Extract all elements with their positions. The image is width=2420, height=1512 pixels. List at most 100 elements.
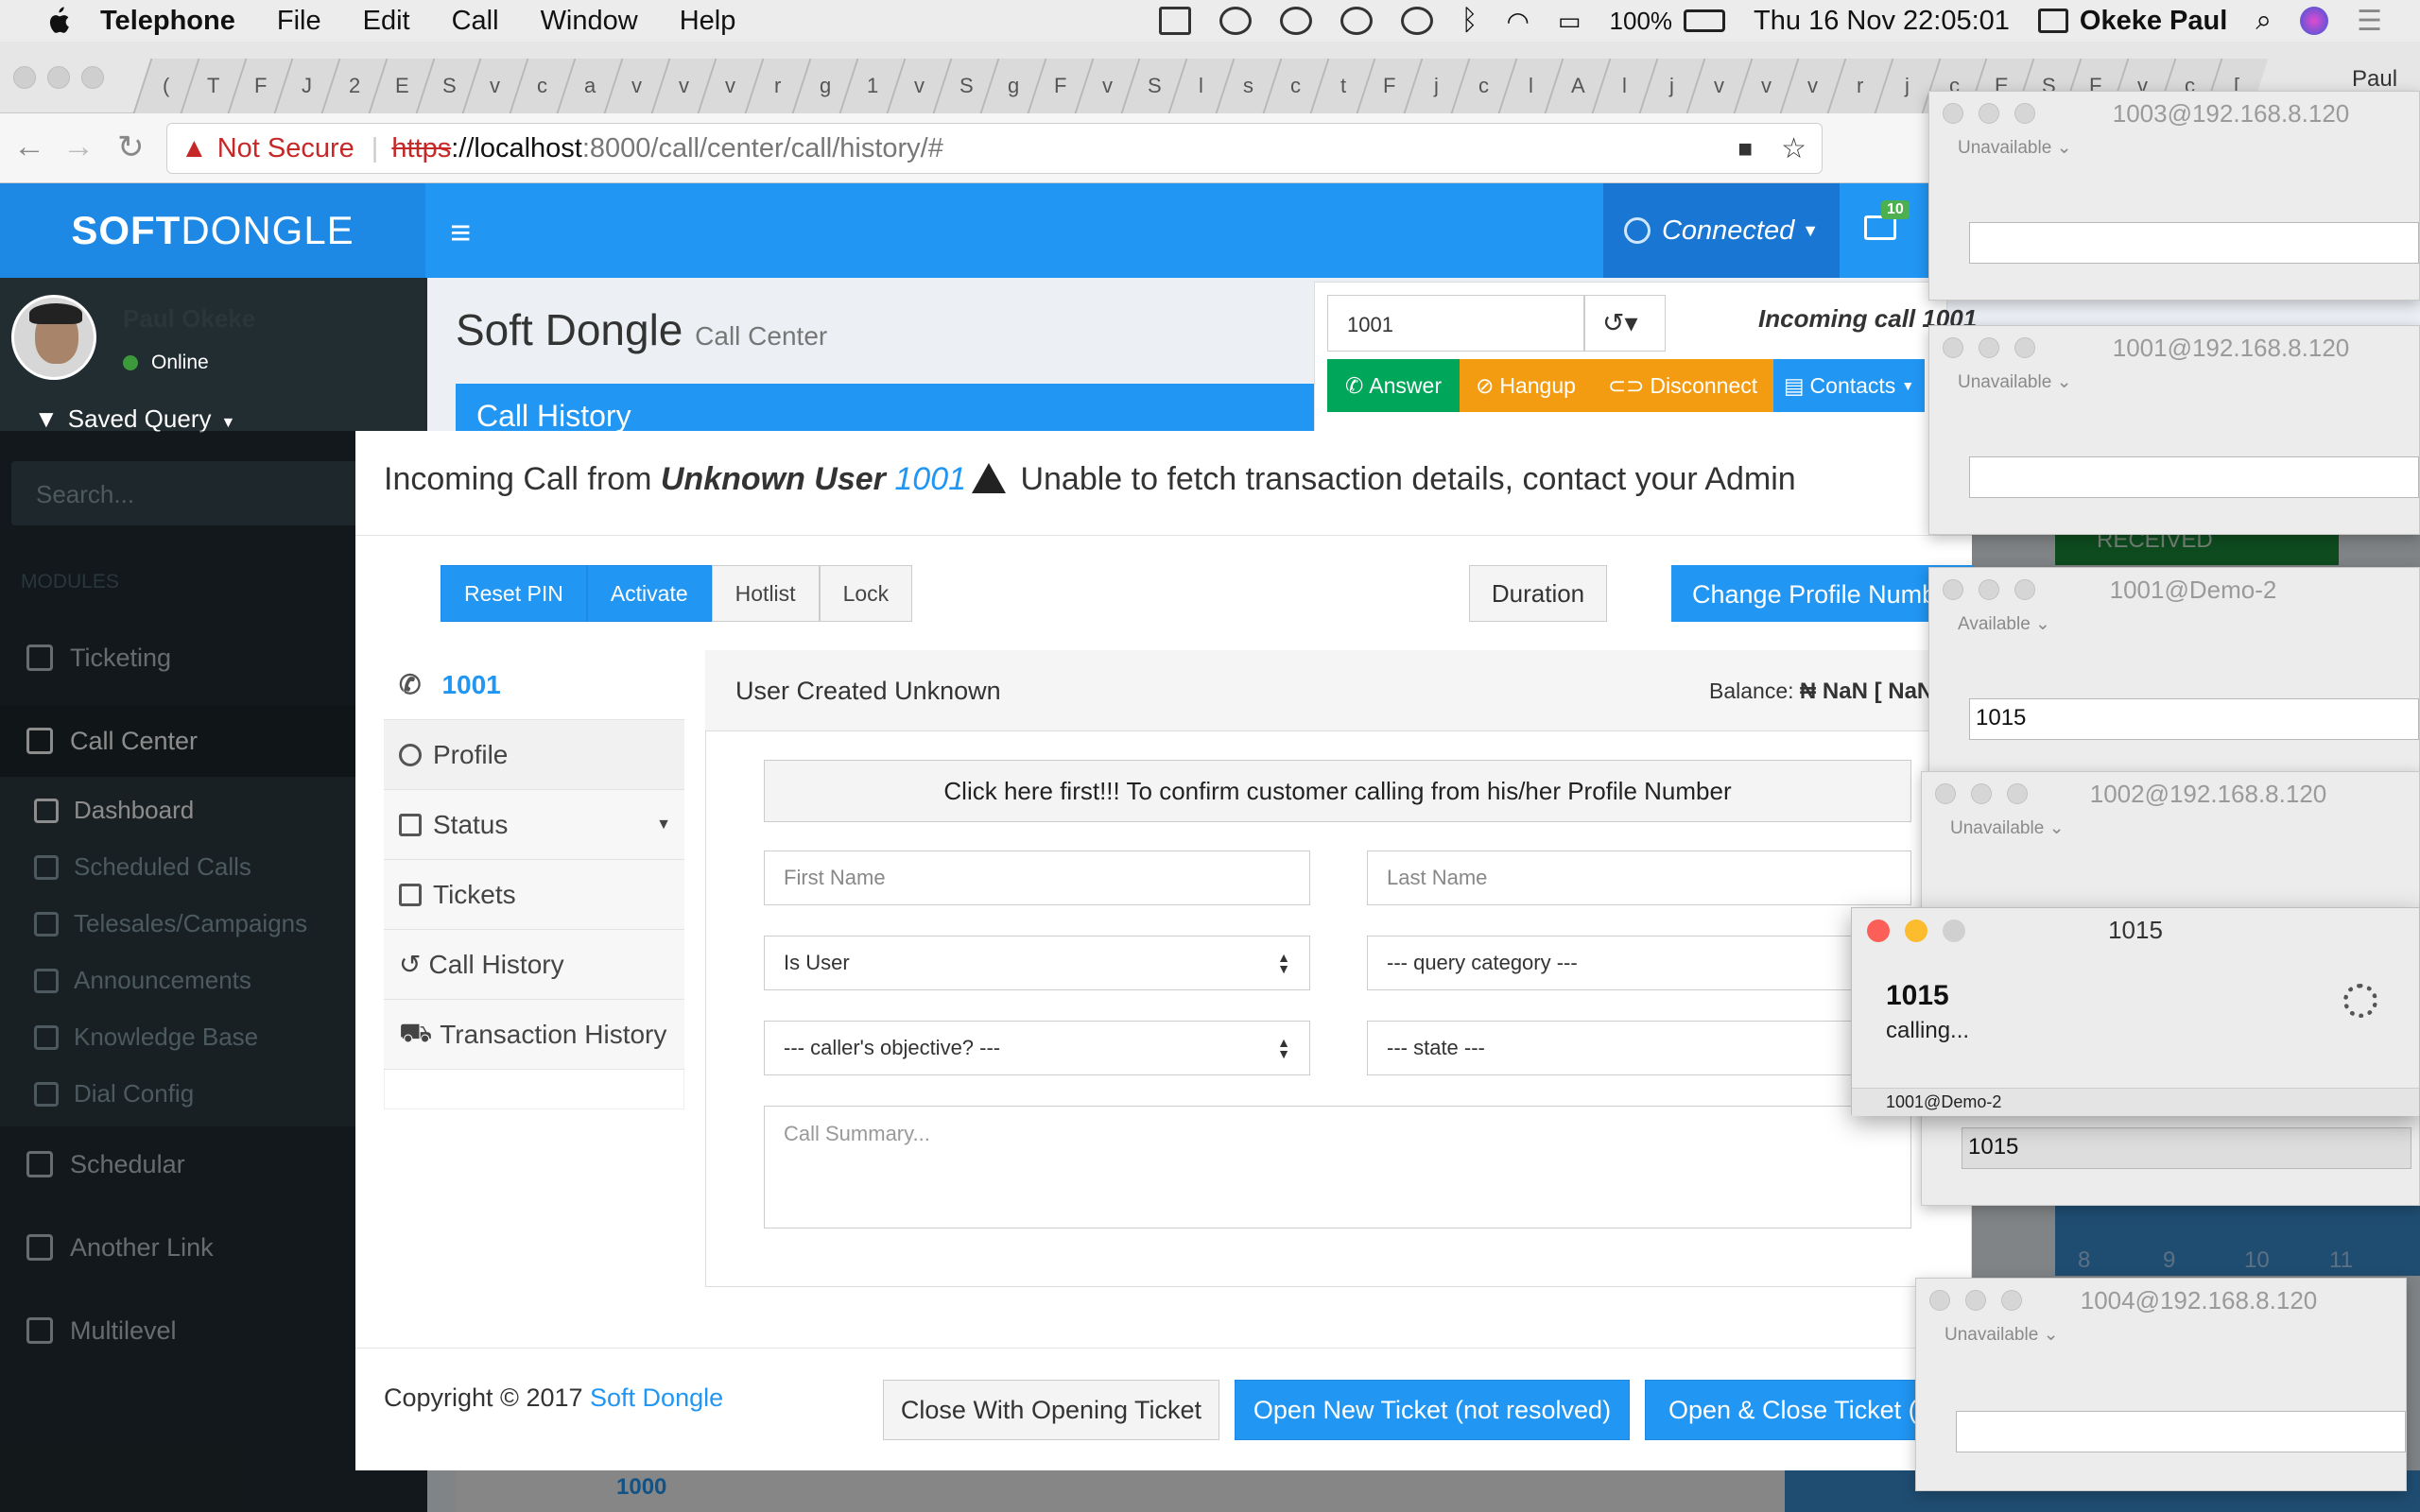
reload-icon[interactable]: ↻ xyxy=(117,129,145,166)
availability-dropdown[interactable]: Unavailable ⌄ xyxy=(1958,371,2072,393)
sip-window-title: 1001@Demo-2 xyxy=(2109,576,2277,604)
nav-call-history[interactable]: ↺ Call History xyxy=(384,930,684,1000)
open-new-ticket-button[interactable]: Open New Ticket (not resolved) xyxy=(1235,1380,1630,1440)
book-icon: ▤ xyxy=(1783,372,1805,398)
lock-button[interactable]: Lock xyxy=(819,565,913,622)
state-select[interactable]: --- state --- xyxy=(1367,1021,1911,1075)
availability-dropdown[interactable]: Unavailable ⌄ xyxy=(1945,1324,2059,1346)
sip-dial-input[interactable]: 1015 xyxy=(1962,1127,2411,1169)
address-bar[interactable]: ▲ Not Secure | https ://localhost :8000/… xyxy=(166,123,1823,174)
warning-icon xyxy=(972,463,1007,493)
url-host: ://localhost xyxy=(451,132,582,163)
sip-account-window[interactable]: 1001@192.168.8.120 Unavailable ⌄ xyxy=(1928,325,2420,535)
dial-number-input[interactable]: 1001 xyxy=(1327,295,1584,352)
contacts-dropdown[interactable]: ▤ Contacts ▼ xyxy=(1773,359,1925,412)
notification-center-icon[interactable]: ☰ xyxy=(2357,5,2382,38)
airplay-icon[interactable]: ▭ xyxy=(1558,7,1582,36)
hangup-button[interactable]: ⊘ Hangup xyxy=(1460,359,1592,412)
app-logo[interactable]: SOFT DONGLE xyxy=(0,183,425,278)
macos-menubar: Telephone File Edit Call Window Help ᛒ ◠… xyxy=(0,0,2420,42)
connected-dropdown[interactable]: Connected ▼ xyxy=(1603,183,1840,278)
reset-pin-button[interactable]: Reset PIN xyxy=(441,565,587,622)
sip-account-window[interactable]: 1004@192.168.8.120 Unavailable ⌄ xyxy=(1915,1278,2407,1491)
nav-transaction-history[interactable]: ⛟ Transaction History xyxy=(384,1000,684,1070)
browser-profile[interactable]: Paul xyxy=(2352,66,2397,93)
user-card-icon[interactable] xyxy=(2037,9,2068,33)
camera-icon[interactable]: ■ xyxy=(1737,134,1753,163)
battery-icon[interactable] xyxy=(1684,9,1726,32)
sip-account-window[interactable]: 1003@192.168.8.120 Unavailable ⌄ xyxy=(1928,91,2420,301)
bookmark-star-icon[interactable]: ☆ xyxy=(1781,132,1806,165)
activate-button[interactable]: Activate xyxy=(586,565,712,622)
availability-dropdown[interactable]: Available ⌄ xyxy=(1958,613,2050,635)
modal-title: Incoming Call from Unknown User 1001 Una… xyxy=(384,461,1796,497)
ban-icon: ⊘ xyxy=(1476,372,1495,398)
call-history-dropdown[interactable]: ↺▾ xyxy=(1584,295,1666,352)
nav-phone-number[interactable]: ✆ 1001 xyxy=(384,650,684,720)
sip-dial-input[interactable] xyxy=(1956,1411,2406,1452)
book-icon[interactable] xyxy=(1158,7,1191,35)
nav-tickets[interactable]: Tickets xyxy=(384,860,684,930)
accessibility-icon[interactable] xyxy=(1340,7,1373,35)
clock[interactable]: Thu 16 Nov 22:05:01 xyxy=(1754,6,2010,37)
spotlight-icon[interactable]: ⌕ xyxy=(2256,5,2272,37)
sip-dial-input[interactable]: 1015 xyxy=(1969,698,2419,740)
call-window-title: 1015 xyxy=(2108,916,2163,944)
menu-call[interactable]: Call xyxy=(452,6,499,37)
back-icon[interactable]: ← xyxy=(13,129,45,165)
mail-count-badge: 10 xyxy=(1881,200,1910,219)
menu-window[interactable]: Window xyxy=(541,6,638,37)
zoom-window-icon[interactable] xyxy=(81,66,104,89)
query-category-select[interactable]: --- query category --- xyxy=(1367,936,1911,990)
forward-icon[interactable]: → xyxy=(62,129,95,165)
bluetooth-icon[interactable]: ᛒ xyxy=(1461,5,1478,37)
apple-logo-icon[interactable] xyxy=(34,6,81,36)
close-with-opening-ticket-button[interactable]: Close With Opening Ticket xyxy=(883,1380,1219,1440)
page-title: Soft Dongle Call Center xyxy=(456,305,828,354)
sip-dial-input[interactable] xyxy=(1969,456,2419,498)
close-window-icon[interactable] xyxy=(13,66,36,89)
saved-query-dropdown[interactable]: ▼ Saved Query ▼ xyxy=(34,404,235,434)
warning-icon: ▲ xyxy=(181,132,208,163)
filter-icon: ▼ xyxy=(34,404,59,433)
disconnect-button[interactable]: ⊂⊃ Disconnect xyxy=(1592,359,1773,412)
last-name-input[interactable]: Last Name xyxy=(1367,850,1911,905)
user-type-select[interactable]: Is User ▲ ▼ xyxy=(764,936,1310,990)
availability-dropdown[interactable]: Unavailable ⌄ xyxy=(1958,137,2072,159)
sip-dial-input[interactable] xyxy=(1969,222,2419,264)
outgoing-call-window[interactable]: 1015 1015 calling... 1001@Demo-2 xyxy=(1851,907,2420,1116)
menu-user-name[interactable]: Okeke Paul xyxy=(2080,6,2227,37)
online-status: Online xyxy=(123,352,209,374)
rocket-icon xyxy=(399,813,422,836)
wifi-icon[interactable]: ◠ xyxy=(1507,6,1530,37)
minimize-window-icon[interactable] xyxy=(47,66,70,89)
confirm-caller-button[interactable]: Click here first!!! To confirm customer … xyxy=(764,760,1911,822)
caller-objective-select[interactable]: --- caller's objective? --- ▲ ▼ xyxy=(764,1021,1310,1075)
creative-cloud-icon[interactable] xyxy=(1219,7,1252,35)
phone-icon: ✆ xyxy=(399,670,422,699)
nav-status[interactable]: Status ▼ xyxy=(384,790,684,860)
menu-edit[interactable]: Edit xyxy=(363,6,410,37)
divider xyxy=(355,535,1972,536)
copyright-link[interactable]: Soft Dongle xyxy=(590,1383,723,1412)
panel-title: User Created Unknown xyxy=(735,677,1001,705)
hotlist-button[interactable]: Hotlist xyxy=(711,565,820,622)
siri-icon[interactable] xyxy=(2300,7,2329,35)
menu-app-name[interactable]: Telephone xyxy=(100,6,235,37)
user-icon xyxy=(399,743,422,766)
answer-button[interactable]: ✆ Answer xyxy=(1327,359,1460,412)
nav-profile[interactable]: Profile xyxy=(384,720,684,790)
duration-button[interactable]: Duration xyxy=(1469,565,1607,622)
availability-dropdown[interactable]: Unavailable ⌄ xyxy=(1950,817,2065,839)
not-secure-label[interactable]: Not Secure xyxy=(217,133,354,164)
sip-account-window[interactable]: 1001@Demo-2 Available ⌄ 1015 xyxy=(1928,567,2420,777)
menu-help[interactable]: Help xyxy=(680,6,736,37)
menu-file[interactable]: File xyxy=(277,6,321,37)
sidebar-toggle-icon[interactable]: ≡ xyxy=(450,214,471,254)
gear-icon[interactable] xyxy=(1279,7,1312,35)
first-name-input[interactable]: First Name xyxy=(764,850,1310,905)
time-machine-icon[interactable] xyxy=(1400,7,1433,35)
call-account: 1001@Demo-2 xyxy=(1852,1088,2419,1116)
copyright: Copyright © 2017 Soft Dongle xyxy=(384,1383,724,1412)
call-summary-textarea[interactable]: Call Summary... xyxy=(764,1106,1911,1228)
